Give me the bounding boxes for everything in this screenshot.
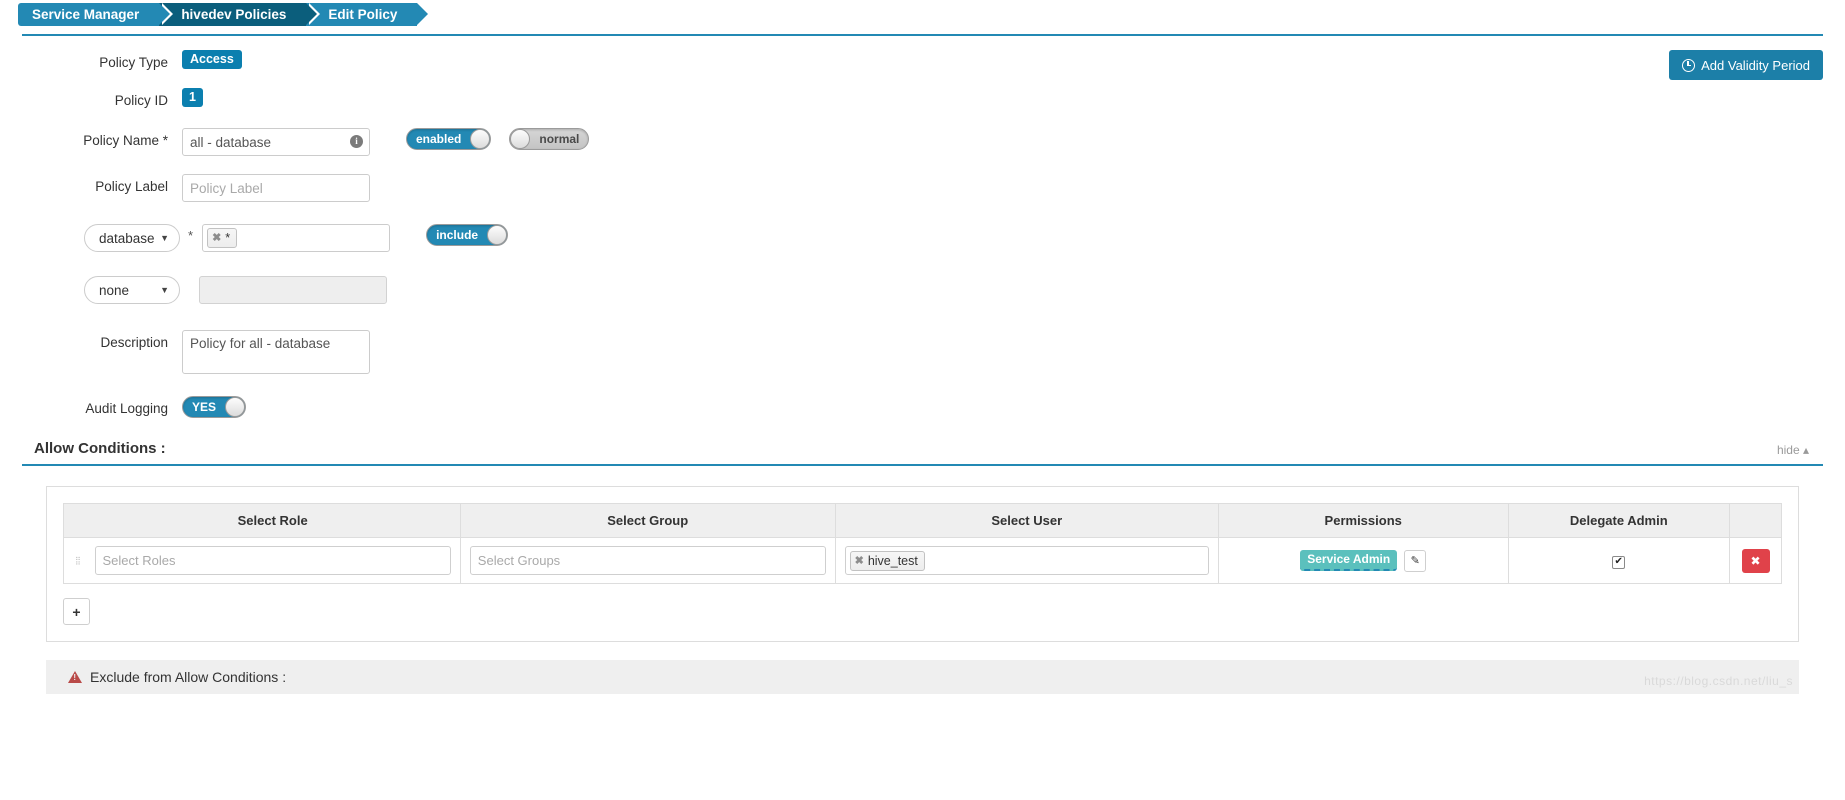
cell-delegate-admin: ✔ <box>1507 537 1731 584</box>
resource-type-select-value: none <box>99 282 130 298</box>
database-token-label: * <box>225 231 231 245</box>
audit-logging-row: Audit Logging YES <box>22 396 1823 418</box>
cell-select-group: Select Groups <box>459 537 836 584</box>
database-include-toggle-label: include <box>436 228 479 242</box>
policy-enabled-toggle-label: enabled <box>416 132 462 146</box>
close-icon[interactable]: ✖ <box>855 553 864 569</box>
table-header-select-role: Select Role <box>85 503 461 538</box>
policy-type-badge: Access <box>182 50 242 69</box>
user-token[interactable]: ✖ hive_test <box>849 550 925 571</box>
cell-permissions: Service Admin ✎ <box>1217 537 1509 584</box>
chevron-down-icon: ▼ <box>160 285 169 295</box>
row-drag-handle[interactable]: ⣿ <box>63 537 86 584</box>
policy-id-row: Policy ID 1 <box>22 88 1823 108</box>
policy-form: Add Validity Period Policy Type Access P… <box>22 36 1823 418</box>
resource-none-input-disabled <box>199 276 387 304</box>
table-header-permissions: Permissions <box>1217 503 1509 538</box>
resource-type-select-database[interactable]: database ▼ <box>84 224 180 252</box>
plus-icon: + <box>72 603 81 620</box>
policy-priority-toggle-label: normal <box>539 132 580 146</box>
cell-select-role: Select Roles <box>85 537 461 584</box>
breadcrumb-label: Edit Policy <box>328 6 398 22</box>
policy-id-badge: 1 <box>182 88 203 107</box>
resource-type-select-value: database <box>99 230 155 246</box>
database-value-input[interactable]: ✖ * <box>202 224 391 252</box>
description-label: Description <box>100 335 168 350</box>
user-token-label: hive_test <box>867 553 918 568</box>
policy-name-label: Policy Name * <box>83 133 168 148</box>
allow-conditions-header: Allow Conditions : hide ▴ <box>22 440 1823 466</box>
hide-link-label: hide <box>1776 443 1800 457</box>
allow-conditions-table: Select Role Select Group Select User Per… <box>63 503 1782 584</box>
table-header-actions <box>1729 503 1782 538</box>
policy-label-input[interactable] <box>182 174 370 202</box>
select-roles-input[interactable]: Select Roles <box>94 546 451 575</box>
breadcrumb-label: Service Manager <box>32 6 140 22</box>
policy-name-field-wrap: i <box>182 128 370 156</box>
breadcrumb-item-edit-policy[interactable]: Edit Policy <box>306 2 432 26</box>
policy-name-input[interactable] <box>182 128 370 156</box>
allow-conditions-title: Allow Conditions : <box>34 440 166 457</box>
policy-label-row: Policy Label <box>22 174 1823 202</box>
select-users-input[interactable]: ✖ hive_test <box>844 546 1209 575</box>
select-roles-placeholder: Select Roles <box>102 553 176 568</box>
resource-type-select-none[interactable]: none ▼ <box>84 276 180 304</box>
breadcrumb: Service Manager hivedev Policies Edit Po… <box>0 0 1845 28</box>
close-icon: ✖ <box>1750 553 1761 568</box>
policy-type-row: Policy Type Access <box>22 50 1823 70</box>
description-row: Description Policy for all - database <box>22 330 1823 374</box>
exclude-from-allow-conditions-header[interactable]: Exclude from Allow Conditions : <box>46 660 1799 694</box>
info-icon[interactable]: i <box>350 135 363 148</box>
table-header-select-group: Select Group <box>459 503 836 538</box>
table-header-spacer <box>63 503 86 538</box>
audit-logging-label: Audit Logging <box>85 401 168 416</box>
policy-enabled-toggle[interactable]: enabled <box>406 128 492 150</box>
check-icon: ✔ <box>1614 556 1623 568</box>
add-validity-period-button[interactable]: Add Validity Period <box>1669 50 1823 80</box>
permission-badge: Service Admin <box>1300 550 1398 571</box>
table-header-row: Select Role Select Group Select User Per… <box>63 503 1782 538</box>
add-validity-period-label: Add Validity Period <box>1701 57 1810 73</box>
description-textarea[interactable]: Policy for all - database <box>182 330 370 374</box>
table-header-delegate-admin: Delegate Admin <box>1507 503 1731 538</box>
add-condition-row-button[interactable]: + <box>63 598 90 625</box>
chevron-down-icon: ▼ <box>160 233 169 243</box>
audit-logging-toggle-label: YES <box>192 400 217 414</box>
database-token[interactable]: ✖ * <box>207 228 238 248</box>
delete-row-button[interactable]: ✖ <box>1741 548 1770 573</box>
pencil-icon[interactable]: ✎ <box>1404 549 1427 572</box>
breadcrumb-item-service-manager[interactable]: Service Manager <box>18 2 174 26</box>
toggle-knob <box>470 129 491 149</box>
resource-none-row: none ▼ <box>22 276 1823 304</box>
delegate-admin-checkbox[interactable]: ✔ <box>1612 555 1626 569</box>
database-include-toggle[interactable]: include <box>426 224 509 246</box>
breadcrumb-label: hivedev Policies <box>181 6 287 22</box>
database-required-mark: * <box>188 228 194 243</box>
resource-database-row: database ▼ * ✖ * include <box>22 224 1823 252</box>
policy-name-row: Policy Name * i enabled normal <box>22 128 1823 156</box>
policy-label-label: Policy Label <box>95 179 168 194</box>
select-groups-input[interactable]: Select Groups <box>469 546 826 575</box>
table-row: ⣿ Select Roles Select Groups ✖ hive_test… <box>63 537 1782 584</box>
warning-icon <box>68 671 82 683</box>
allow-conditions-box: Select Role Select Group Select User Per… <box>46 486 1799 642</box>
toggle-knob <box>225 397 246 417</box>
policy-id-label: Policy ID <box>114 93 168 108</box>
close-icon[interactable]: ✖ <box>212 230 221 246</box>
exclude-from-allow-conditions-title: Exclude from Allow Conditions : <box>90 669 287 685</box>
audit-logging-toggle[interactable]: YES <box>182 396 247 418</box>
toggle-knob <box>510 129 531 149</box>
edit-policy-panel: Add Validity Period Policy Type Access P… <box>22 34 1823 694</box>
drag-handle-icon: ⣿ <box>75 556 82 565</box>
toggle-knob <box>487 225 508 245</box>
allow-conditions-hide-link[interactable]: hide ▴ <box>1777 443 1823 457</box>
policy-priority-toggle[interactable]: normal <box>509 128 590 150</box>
breadcrumb-item-hivedev-policies[interactable]: hivedev Policies <box>159 2 321 26</box>
cell-actions: ✖ <box>1729 537 1782 584</box>
clock-icon <box>1682 58 1696 72</box>
cell-select-user: ✖ hive_test <box>834 537 1219 584</box>
select-groups-placeholder: Select Groups <box>477 553 561 568</box>
table-header-select-user: Select User <box>834 503 1219 538</box>
policy-type-label: Policy Type <box>99 55 168 70</box>
